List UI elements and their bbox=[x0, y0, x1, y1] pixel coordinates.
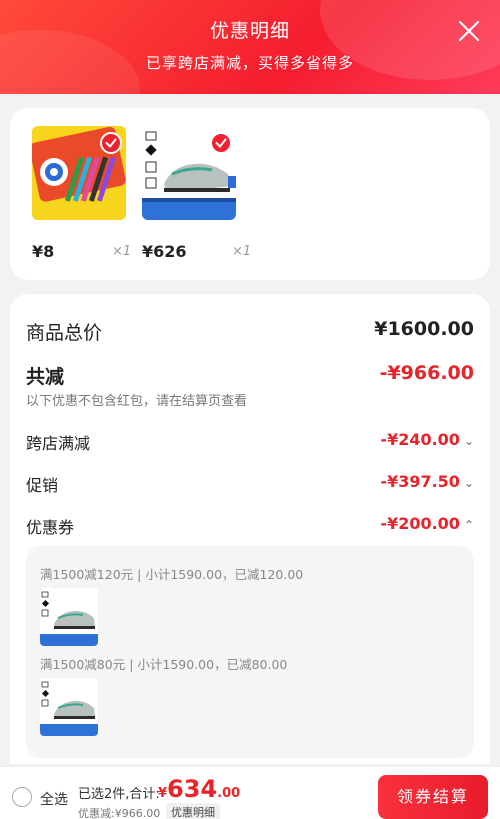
coupon-detail-text: 满1500减120元 | 小计1590.00，已减120.00 bbox=[40, 567, 304, 582]
product-price: ¥626 bbox=[142, 242, 187, 261]
select-all-label[interactable]: 全选 bbox=[40, 789, 68, 809]
checkout-button[interactable]: 领券结算 bbox=[378, 775, 488, 819]
saved-amount: 优惠减:¥966.00 bbox=[78, 807, 161, 819]
total-price-row: 商品总价 ¥1600.00 bbox=[26, 318, 474, 344]
checkout-bar: 全选 已选2件,合计: ¥634.00 优惠减:¥966.00 优惠明细 领券结… bbox=[0, 766, 500, 819]
selected-summary: 已选2件,合计: bbox=[78, 787, 160, 802]
product-qty: ×1 bbox=[112, 244, 132, 259]
promo-value: -¥397.50 ⌄ bbox=[380, 472, 474, 491]
product-item[interactable]: ¥8 ×1 bbox=[32, 126, 131, 261]
discount-hint: 以下优惠不包含红包，请在结算页查看 bbox=[26, 394, 248, 409]
page-subtitle: 已享跨店满减，买得多省得多 bbox=[145, 54, 354, 72]
total-price-value: ¥1600.00 bbox=[374, 318, 474, 340]
product-item[interactable]: ¥626 ×1 bbox=[142, 126, 251, 261]
promo-label: 促销 bbox=[26, 476, 59, 495]
promo-row[interactable]: 促销 -¥397.50 ⌄ bbox=[26, 472, 474, 495]
product-price: ¥8 bbox=[32, 242, 55, 261]
coupon-detail-box: 满1500减120元 | 小计1590.00，已减120.00 满1500减80… bbox=[26, 546, 474, 758]
coupon-product-image bbox=[40, 588, 98, 646]
chevron-down-icon[interactable]: ⌄ bbox=[464, 434, 474, 448]
discount-detail-header: 优惠明细 已享跨店满减，买得多省得多 bbox=[0, 0, 500, 94]
discount-total-value: -¥966.00 bbox=[379, 362, 474, 384]
coupon-value: -¥200.00 ⌃ bbox=[380, 514, 474, 533]
page-title: 优惠明细 bbox=[209, 20, 290, 42]
chevron-down-icon[interactable]: ⌄ bbox=[464, 476, 474, 490]
selected-check-icon[interactable] bbox=[100, 132, 122, 154]
discount-detail-toggle[interactable]: 优惠明细 bbox=[166, 803, 220, 819]
discount-detail-card: 商品总价 ¥1600.00 共减 -¥966.00 以下优惠不包含红包，请在结算… bbox=[10, 294, 490, 764]
products-card: ¥8 ×1 ¥626 ×1 bbox=[10, 108, 490, 280]
total-price-label: 商品总价 bbox=[26, 322, 103, 344]
selected-check-icon[interactable] bbox=[210, 132, 232, 154]
product-qty: ×1 bbox=[232, 244, 252, 259]
select-all-radio[interactable] bbox=[12, 787, 32, 807]
product-image[interactable] bbox=[142, 126, 236, 220]
cross-store-row[interactable]: 跨店满减 -¥240.00 ⌄ bbox=[26, 430, 474, 453]
product-image[interactable] bbox=[32, 126, 126, 220]
coupon-product-image bbox=[40, 678, 98, 736]
chevron-up-icon[interactable]: ⌃ bbox=[464, 518, 474, 532]
close-icon[interactable] bbox=[456, 18, 482, 44]
total-amount: ¥634.00 bbox=[158, 775, 241, 803]
coupon-label: 优惠券 bbox=[26, 518, 75, 537]
cross-store-label: 跨店满减 bbox=[26, 434, 91, 453]
cross-store-value: -¥240.00 ⌄ bbox=[380, 430, 474, 449]
coupon-row[interactable]: 优惠券 -¥200.00 ⌃ bbox=[26, 514, 474, 537]
discount-total-label: 共减 bbox=[26, 366, 65, 388]
discount-total-row: 共减 -¥966.00 bbox=[26, 362, 474, 388]
coupon-detail-text: 满1500减80元 | 小计1590.00，已减80.00 bbox=[40, 657, 288, 672]
